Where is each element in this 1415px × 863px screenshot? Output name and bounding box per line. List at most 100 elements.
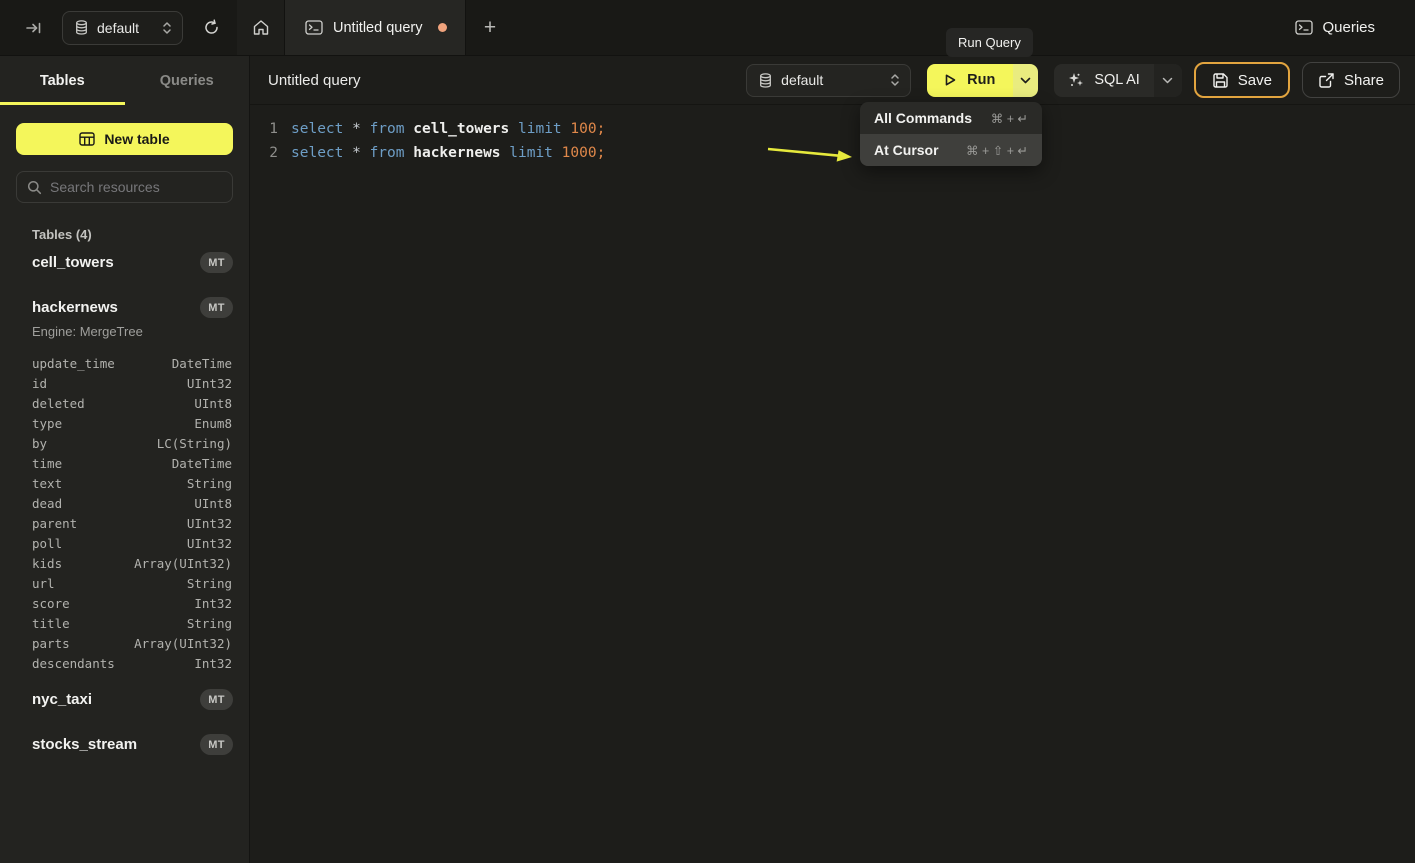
column-row[interactable]: titleString: [0, 613, 249, 633]
collapse-sidebar-button[interactable]: [20, 14, 48, 42]
terminal-icon: [305, 20, 323, 35]
home-icon: [252, 19, 270, 37]
spacer: [0, 716, 249, 728]
column-type: Array(UInt32): [134, 556, 232, 571]
sql-token-kw: from: [370, 145, 414, 161]
column-name: url: [32, 576, 55, 591]
sidebar-tab-tables[interactable]: Tables: [0, 56, 125, 105]
column-row[interactable]: by LC(String): [0, 433, 249, 453]
table-row[interactable]: hackernewsMT: [0, 291, 249, 324]
collapse-sidebar-icon: [25, 19, 43, 37]
database-icon: [75, 20, 88, 35]
merge-tree-badge: MT: [200, 734, 233, 755]
sql-token-num: 100: [570, 121, 596, 137]
menu-item-shortcut: ⌘ + ⇧ + ↵: [966, 143, 1028, 158]
unsaved-changes-dot: [438, 23, 447, 32]
column-row[interactable]: textString: [0, 473, 249, 493]
menu-item-label: At Cursor: [874, 142, 939, 158]
share-button[interactable]: Share: [1302, 62, 1400, 98]
sql-ai-options-button[interactable]: [1154, 64, 1182, 97]
share-icon: [1318, 72, 1335, 89]
new-table-button[interactable]: New table: [16, 123, 233, 155]
save-button-label: Save: [1238, 72, 1272, 89]
column-row[interactable]: parts Array(UInt32): [0, 633, 249, 653]
column-type: DateTime: [172, 456, 232, 471]
sidebar: Tables Queries New table: [0, 56, 250, 863]
queries-terminal-icon: [1295, 20, 1313, 35]
column-row[interactable]: pollUInt32: [0, 533, 249, 553]
new-tab-button[interactable]: +: [466, 0, 513, 55]
sql-ai-button[interactable]: SQL AI: [1054, 64, 1153, 97]
table-name: cell_towers: [32, 254, 114, 271]
column-type: UInt8: [194, 496, 232, 511]
code-line: 2select * from hackernews limit 1000;: [250, 141, 1415, 165]
query-title: Untitled query: [268, 72, 361, 89]
column-type: Enum8: [194, 416, 232, 431]
refresh-icon: [203, 19, 220, 36]
merge-tree-badge: MT: [200, 252, 233, 273]
sql-token-kw: from: [370, 121, 414, 137]
query-toolbar: Untitled query default: [250, 56, 1415, 105]
run-menu-item[interactable]: All Commands⌘ + ↵: [860, 102, 1042, 134]
search-box: [16, 171, 233, 203]
sql-editor[interactable]: 1select * from cell_towers limit 100;2se…: [250, 105, 1415, 863]
table-row[interactable]: stocks_streamMT: [0, 728, 249, 761]
column-name: by: [32, 436, 47, 451]
tooltip-label: Run Query: [958, 35, 1021, 50]
sidebar-tab-queries[interactable]: Queries: [125, 56, 250, 105]
column-name: parts: [32, 636, 70, 651]
column-row[interactable]: deadUInt8: [0, 493, 249, 513]
code-lines: 1select * from cell_towers limit 100;2se…: [250, 117, 1415, 165]
content-area: Untitled query default: [250, 56, 1415, 863]
column-row[interactable]: deletedUInt8: [0, 393, 249, 413]
column-row[interactable]: update_timeDateTime: [0, 353, 249, 373]
updown-chevron-icon: [162, 21, 172, 35]
sql-token-num: ;: [597, 121, 606, 137]
column-row[interactable]: idUInt32: [0, 373, 249, 393]
column-row[interactable]: descendantsInt32: [0, 653, 249, 673]
sql-token-ident: cell_towers: [413, 121, 518, 137]
chevron-down-icon: [1020, 77, 1031, 84]
save-button[interactable]: Save: [1194, 62, 1290, 98]
queries-button[interactable]: Queries: [1295, 19, 1375, 36]
database-selector-top[interactable]: default: [62, 11, 183, 45]
column-name: descendants: [32, 656, 115, 671]
run-button[interactable]: Run: [927, 64, 1013, 97]
table-name: hackernews: [32, 299, 118, 316]
run-options-button[interactable]: [1013, 64, 1038, 97]
run-menu-item[interactable]: At Cursor ⌘ + ⇧ + ↵: [860, 134, 1042, 166]
line-number: 2: [250, 141, 278, 165]
run-query-tooltip: Run Query: [946, 28, 1033, 57]
line-number: 1: [250, 117, 278, 141]
column-type: LC(String): [157, 436, 232, 451]
column-row[interactable]: kidsArray(UInt32): [0, 553, 249, 573]
tab-untitled-query[interactable]: Untitled query: [285, 0, 466, 55]
column-row[interactable]: time DateTime: [0, 453, 249, 473]
columns-list: update_timeDateTimeidUInt32deletedUInt8t…: [0, 345, 249, 683]
column-row[interactable]: scoreInt32: [0, 593, 249, 613]
column-row[interactable]: parentUInt32: [0, 513, 249, 533]
column-type: Array(UInt32): [134, 636, 232, 651]
column-name: time: [32, 456, 62, 471]
database-selector-toolbar[interactable]: default: [746, 64, 911, 97]
column-row[interactable]: typeEnum8: [0, 413, 249, 433]
column-type: UInt32: [187, 376, 232, 391]
refresh-button[interactable]: [197, 14, 225, 42]
sql-token-ident: hackernews: [413, 145, 509, 161]
database-icon: [759, 73, 772, 88]
column-name: deleted: [32, 396, 85, 411]
column-type: DateTime: [172, 356, 232, 371]
table-row[interactable]: nyc_taxiMT: [0, 683, 249, 716]
home-tab[interactable]: [237, 0, 285, 55]
top-bar-left: default: [0, 0, 237, 55]
table-row[interactable]: cell_towers MT: [0, 246, 249, 279]
sql-token-kw: select: [291, 145, 352, 161]
search-input[interactable]: [50, 179, 222, 195]
column-type: String: [187, 476, 232, 491]
top-bar: default: [0, 0, 1415, 56]
queries-button-label: Queries: [1322, 19, 1375, 36]
run-button-label: Run: [967, 72, 995, 88]
sparkles-icon: [1068, 72, 1084, 88]
column-row[interactable]: urlString: [0, 573, 249, 593]
column-name: score: [32, 596, 70, 611]
